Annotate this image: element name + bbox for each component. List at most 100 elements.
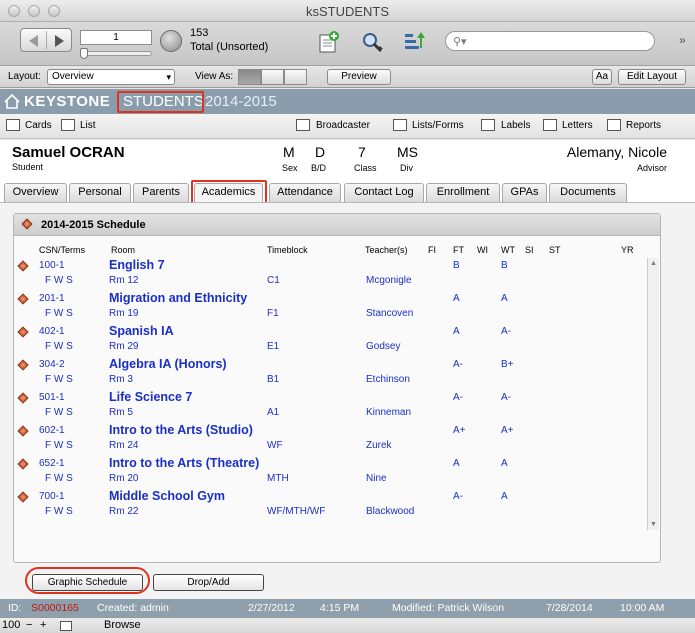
record-number-input[interactable]: 1: [80, 30, 152, 45]
find-icon[interactable]: [360, 30, 384, 54]
course-terms: F W S: [45, 374, 73, 385]
course-csn: 501-1: [39, 392, 65, 403]
search-input[interactable]: ⚲▾: [445, 31, 655, 51]
course-name-link[interactable]: Middle School Gym: [109, 489, 225, 503]
toolbar-overflow-icon[interactable]: »: [679, 33, 686, 47]
course-name-link[interactable]: Intro to the Arts (Theatre): [109, 456, 259, 470]
tab-enrollment[interactable]: Enrollment: [426, 183, 500, 202]
cards-button[interactable]: Cards: [25, 120, 52, 131]
grade-ft: A: [453, 458, 460, 469]
letters-icon: [543, 119, 557, 131]
view-as-table-button[interactable]: [284, 69, 307, 85]
table-row: 402-1 Spanish IA F W S Rm 29 E1 Godsey A A-: [14, 324, 646, 357]
course-room: Rm 19: [109, 308, 139, 319]
text-format-button[interactable]: Aa: [592, 69, 612, 85]
course-teacher: Etchinson: [366, 374, 410, 385]
col-room: Room: [111, 245, 136, 255]
lists-forms-icon: [393, 119, 407, 131]
course-timeblock: B1: [267, 374, 280, 385]
course-name-link[interactable]: Spanish IA: [109, 324, 174, 338]
bottom-bar: 100 − + Browse: [0, 617, 695, 633]
course-name-link[interactable]: Algebra IA (Honors): [109, 357, 227, 371]
student-header: Samuel OCRAN Student M Sex D B/D 7 Class…: [0, 140, 695, 180]
student-div: MS: [397, 144, 418, 160]
row-diamond-icon[interactable]: [17, 491, 29, 503]
tab-contact-log[interactable]: Contact Log: [344, 183, 424, 202]
home-icon[interactable]: [4, 94, 20, 109]
reports-button[interactable]: Reports: [626, 120, 661, 131]
found-set-pie-icon: [160, 30, 182, 52]
scroll-up-icon[interactable]: ▲: [650, 260, 657, 267]
cards-icon: [6, 119, 20, 131]
table-row: 700-1 Middle School Gym F W S Rm 22 WF/MTH/W…: [14, 489, 646, 522]
letters-button[interactable]: Letters: [562, 120, 593, 131]
row-diamond-icon[interactable]: [17, 293, 29, 305]
record-count: 153: [190, 27, 209, 39]
table-row: 652-1 Intro to the Arts (Theatre) F W S Rm …: [14, 456, 646, 489]
tab-documents[interactable]: Documents: [549, 183, 627, 202]
record-navigator[interactable]: [20, 28, 72, 52]
view-as-form-button[interactable]: [238, 69, 261, 85]
grade-wt: A: [501, 458, 508, 469]
schedule-diamond-icon[interactable]: [21, 218, 33, 230]
list-icon: [61, 119, 75, 131]
course-name-link[interactable]: English 7: [109, 258, 165, 272]
grade-ft: B: [453, 260, 460, 271]
row-diamond-icon[interactable]: [17, 392, 29, 404]
toggle-status-icon[interactable]: [60, 621, 72, 631]
list-button[interactable]: List: [80, 120, 96, 131]
tab-personal[interactable]: Personal: [69, 183, 131, 202]
view-as-list-button[interactable]: [261, 69, 284, 85]
course-room: Rm 20: [109, 473, 139, 484]
record-slider-knob[interactable]: [80, 48, 88, 59]
edit-layout-button[interactable]: Edit Layout: [618, 69, 686, 85]
next-record-icon[interactable]: [55, 35, 64, 47]
modified-by: Modified: Patrick Wilson: [392, 602, 505, 614]
tab-parents[interactable]: Parents: [133, 183, 189, 202]
keystone-logo: KEYSTONE: [24, 93, 111, 110]
scroll-down-icon[interactable]: ▼: [650, 521, 657, 528]
row-diamond-icon[interactable]: [17, 260, 29, 272]
labels-button[interactable]: Labels: [501, 120, 530, 131]
row-diamond-icon[interactable]: [17, 326, 29, 338]
layout-select[interactable]: Overview ▾: [47, 69, 175, 85]
broadcaster-button[interactable]: Broadcaster: [316, 120, 370, 131]
preview-button[interactable]: Preview: [327, 69, 391, 85]
col-st: ST: [549, 245, 561, 255]
grade-ft: A+: [453, 425, 466, 436]
row-diamond-icon[interactable]: [17, 425, 29, 437]
table-row: 602-1 Intro to the Arts (Studio) F W S Rm 2…: [14, 423, 646, 456]
schedule-scrollbar[interactable]: ▲ ▼: [647, 258, 659, 530]
zoom-out-icon[interactable]: −: [26, 619, 32, 631]
course-csn: 201-1: [39, 293, 65, 304]
course-name-link[interactable]: Life Science 7: [109, 390, 192, 404]
toolbar: 1 153 Total (Unsorted) ⚲▾ »: [0, 22, 695, 66]
row-diamond-icon[interactable]: [17, 359, 29, 371]
nav-bar: Cards List Broadcaster Lists/Forms Label…: [0, 114, 695, 139]
new-record-icon[interactable]: [316, 30, 340, 54]
record-slider[interactable]: [80, 48, 152, 59]
tab-overview[interactable]: Overview: [4, 183, 67, 202]
grade-ft: A-: [453, 491, 463, 502]
mode-indicator[interactable]: Browse: [104, 619, 141, 631]
previous-record-icon[interactable]: [29, 35, 38, 47]
course-terms: F W S: [45, 407, 73, 418]
course-name-link[interactable]: Intro to the Arts (Studio): [109, 423, 253, 437]
zoom-in-icon[interactable]: +: [40, 619, 46, 631]
col-timeblock: Timeblock: [267, 245, 308, 255]
row-diamond-icon[interactable]: [17, 458, 29, 470]
drop-add-button[interactable]: Drop/Add: [153, 574, 264, 591]
course-room: Rm 3: [109, 374, 133, 385]
student-sex: M: [283, 144, 295, 160]
course-teacher: Blackwood: [366, 506, 415, 517]
course-teacher: Zurek: [366, 440, 392, 451]
course-room: Rm 29: [109, 341, 139, 352]
course-csn: 304-2: [39, 359, 65, 370]
highlight-box: [191, 180, 267, 204]
lists-forms-button[interactable]: Lists/Forms: [412, 120, 464, 131]
tab-gpas[interactable]: GPAs: [502, 183, 547, 202]
zoom-level[interactable]: 100: [2, 619, 20, 631]
sort-icon[interactable]: [402, 30, 426, 54]
tab-attendance[interactable]: Attendance: [269, 183, 341, 202]
course-name-link[interactable]: Migration and Ethnicity: [109, 291, 247, 305]
